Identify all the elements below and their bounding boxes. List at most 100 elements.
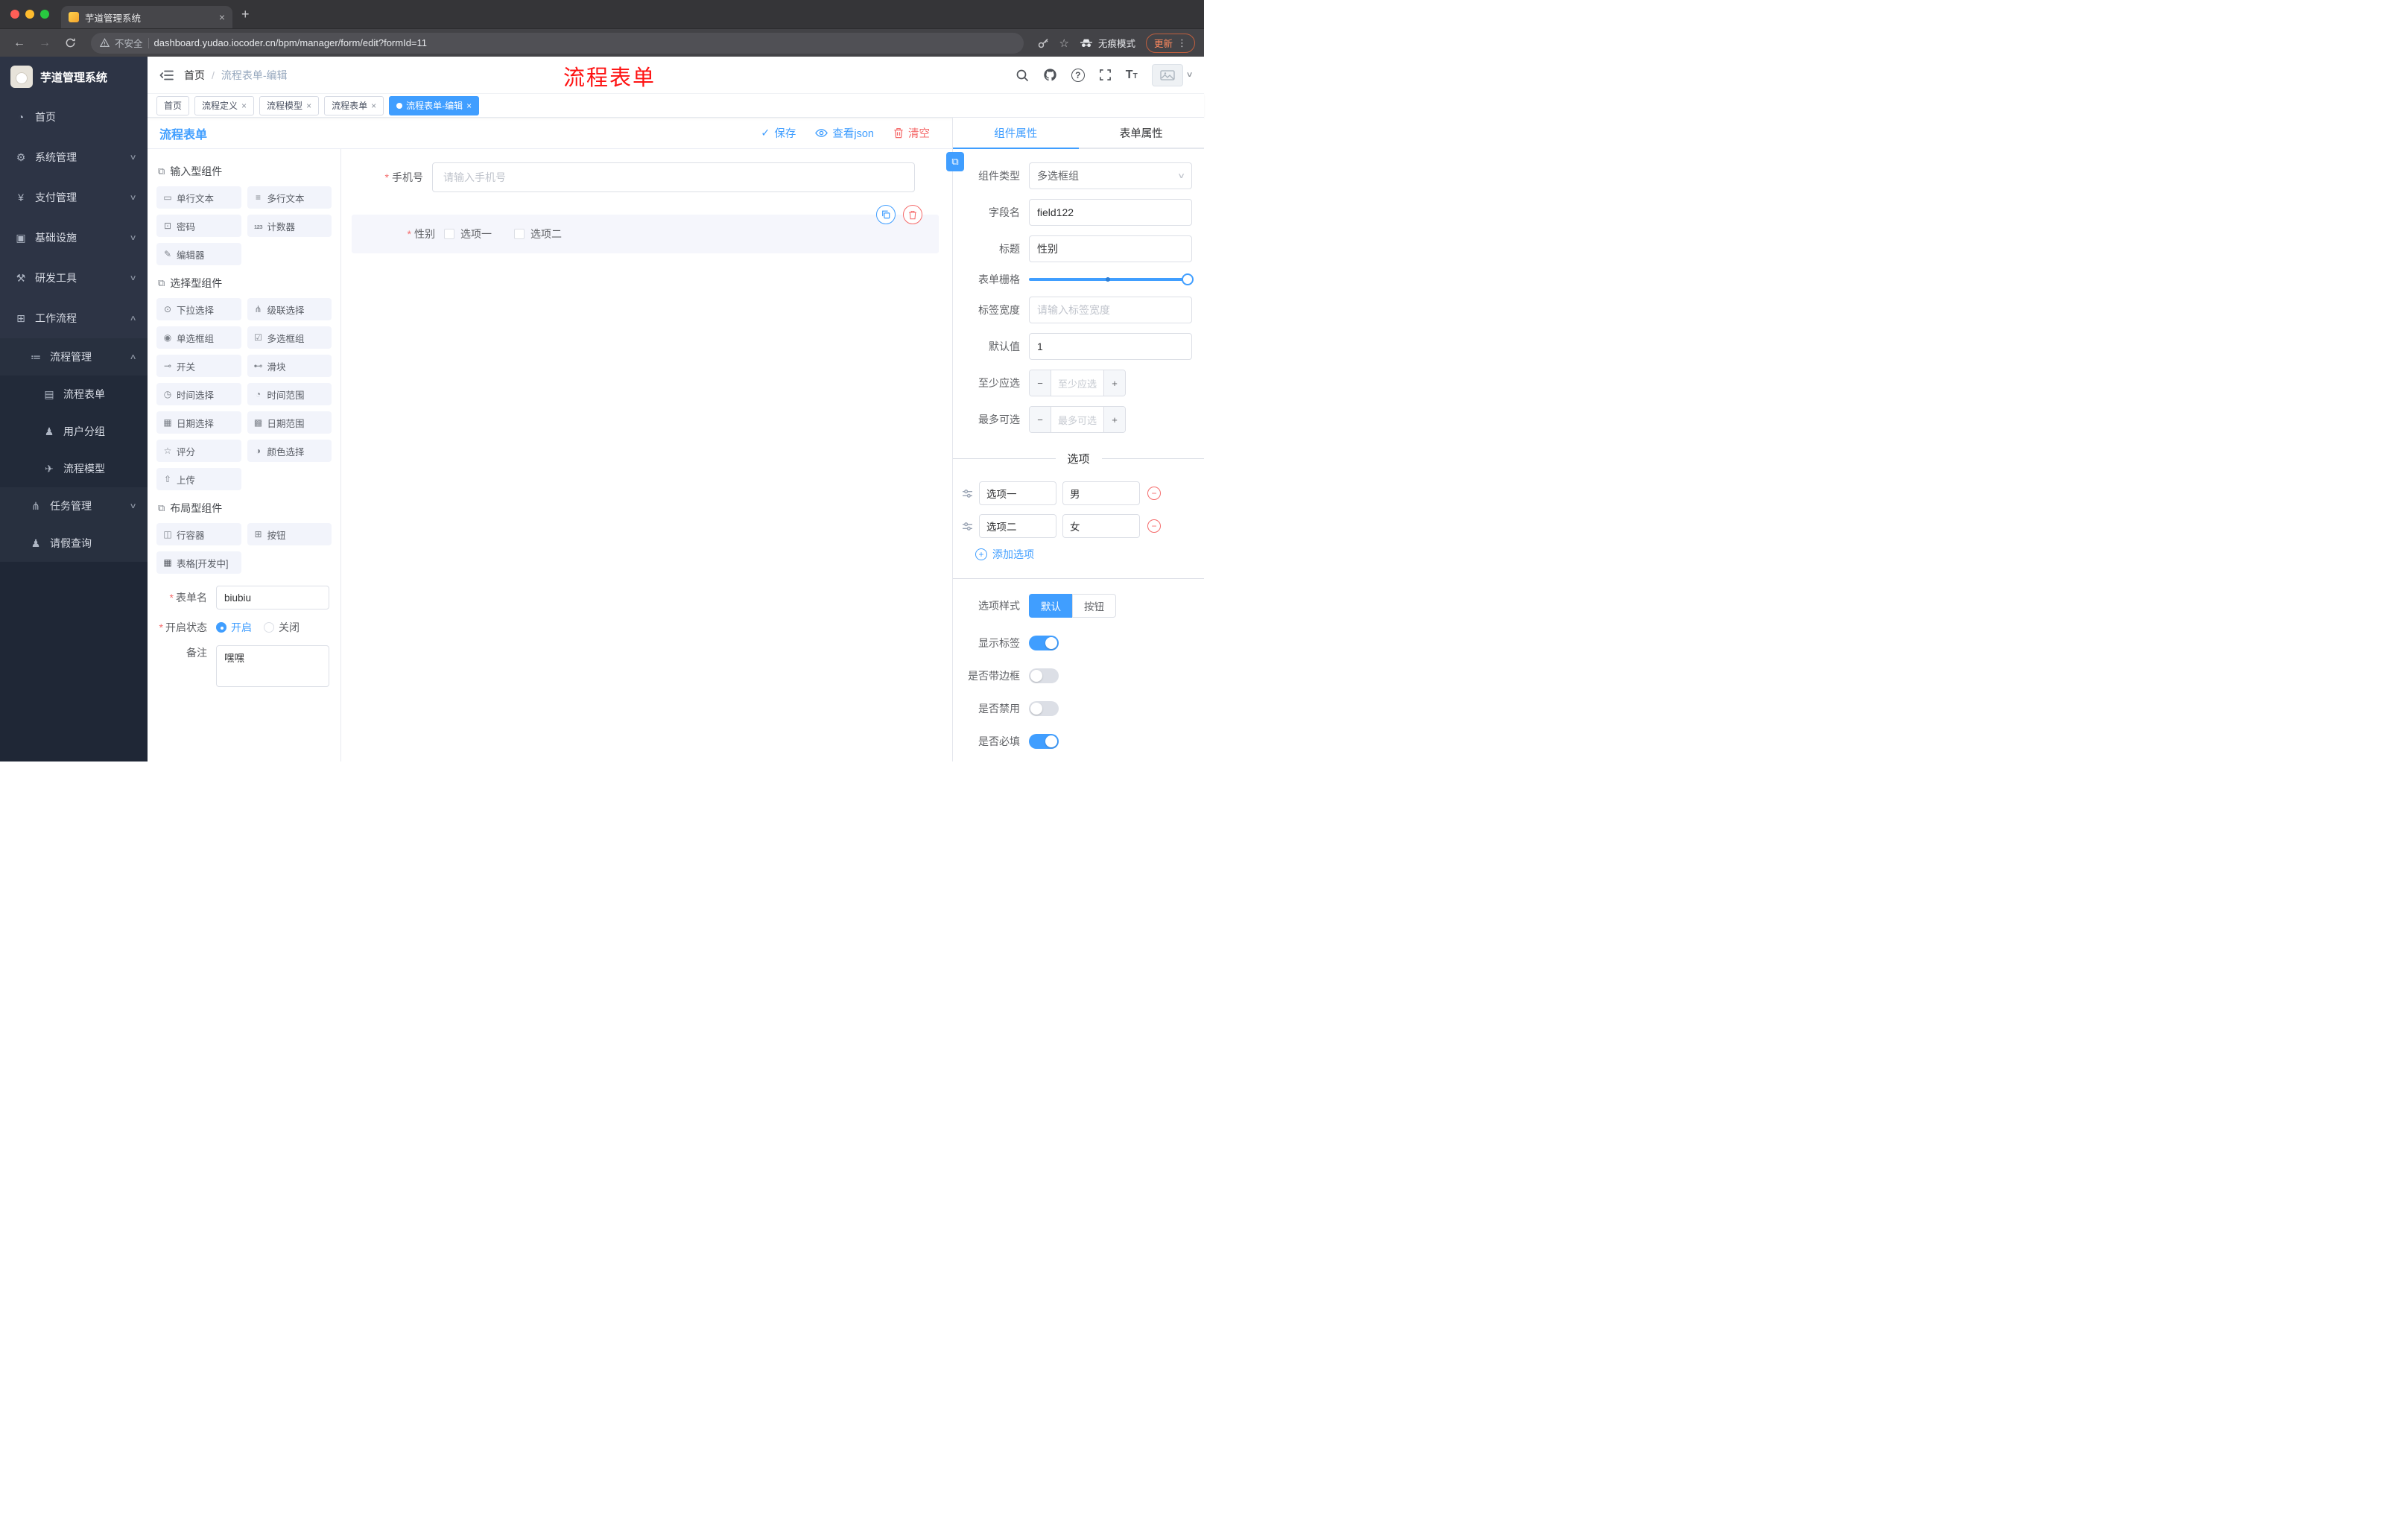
decrement-button[interactable] bbox=[1030, 407, 1051, 432]
password-key-icon[interactable] bbox=[1037, 37, 1049, 49]
style-button-button[interactable]: 按钮 bbox=[1072, 594, 1116, 618]
reload-button[interactable] bbox=[60, 33, 80, 54]
component-chip-date-picker[interactable]: 日期选择 bbox=[156, 411, 241, 434]
component-chip-color-picker[interactable]: 颜色选择 bbox=[247, 440, 332, 462]
form-grid-slider[interactable] bbox=[1029, 273, 1194, 285]
browser-update-button[interactable]: 更新 bbox=[1145, 33, 1195, 53]
clear-button[interactable]: 清空 bbox=[893, 125, 930, 141]
tag-process-form-edit[interactable]: 流程表单-编辑 bbox=[389, 95, 480, 115]
component-chip-row-container[interactable]: 行容器 bbox=[156, 523, 241, 545]
address-bar[interactable]: 不安全 dashboard.yudao.iocoder.cn/bpm/manag… bbox=[91, 32, 1024, 54]
style-default-button[interactable]: 默认 bbox=[1029, 594, 1072, 618]
app-logo[interactable]: 芋道管理系统 bbox=[0, 57, 148, 97]
tag-home[interactable]: 首页 bbox=[156, 95, 190, 115]
sidebar-item-process-form[interactable]: 流程表单 bbox=[0, 376, 148, 413]
component-chip-date-range[interactable]: 日期范围 bbox=[247, 411, 332, 434]
status-off-radio[interactable]: 关闭 bbox=[264, 620, 300, 635]
sidebar-item-process-mgmt[interactable]: 流程管理 bbox=[0, 338, 148, 376]
browser-menu-icon[interactable] bbox=[1177, 37, 1187, 49]
gender-option-1-checkbox[interactable]: 选项一 bbox=[444, 227, 492, 241]
tag-process-model[interactable]: 流程模型 bbox=[259, 95, 320, 115]
zoom-window-button[interactable] bbox=[40, 10, 49, 19]
new-tab-button[interactable] bbox=[241, 7, 250, 22]
component-chip-counter[interactable]: 计数器 bbox=[247, 215, 332, 237]
drag-handle-icon[interactable] bbox=[962, 489, 973, 498]
label-width-input[interactable] bbox=[1029, 297, 1192, 323]
border-toggle[interactable] bbox=[1029, 668, 1059, 683]
component-chip-multi-text[interactable]: 多行文本 bbox=[247, 186, 332, 209]
tag-process-definition[interactable]: 流程定义 bbox=[194, 95, 255, 115]
sidebar-item-home[interactable]: 首页 bbox=[0, 97, 148, 137]
save-button[interactable]: 保存 bbox=[761, 125, 796, 141]
decrement-button[interactable] bbox=[1030, 370, 1051, 396]
forward-button[interactable] bbox=[34, 33, 55, 54]
sidebar-item-leave-query[interactable]: 请假查询 bbox=[0, 525, 148, 562]
sidebar-item-process-model[interactable]: 流程模型 bbox=[0, 450, 148, 487]
remove-option-button[interactable] bbox=[1147, 487, 1161, 500]
component-chip-switch[interactable]: 开关 bbox=[156, 355, 241, 377]
user-avatar[interactable] bbox=[1151, 63, 1192, 86]
drag-handle-icon[interactable] bbox=[962, 522, 973, 531]
component-chip-select[interactable]: 下拉选择 bbox=[156, 298, 241, 320]
component-chip-rate[interactable]: 评分 bbox=[156, 440, 241, 462]
widget-phone[interactable]: 手机号 bbox=[352, 162, 939, 192]
tag-close-icon[interactable] bbox=[466, 101, 472, 111]
link-chip[interactable] bbox=[946, 152, 964, 171]
tag-process-form[interactable]: 流程表单 bbox=[324, 95, 384, 115]
increment-button[interactable] bbox=[1103, 407, 1125, 432]
increment-button[interactable] bbox=[1103, 370, 1125, 396]
tab-close-icon[interactable] bbox=[219, 11, 225, 23]
tag-close-icon[interactable] bbox=[241, 101, 247, 111]
component-chip-upload[interactable]: 上传 bbox=[156, 468, 241, 490]
component-chip-time-picker[interactable]: 时间选择 bbox=[156, 383, 241, 405]
back-button[interactable] bbox=[9, 33, 30, 54]
github-icon[interactable] bbox=[1043, 68, 1057, 82]
minimize-window-button[interactable] bbox=[25, 10, 34, 19]
component-chip-password[interactable]: 密码 bbox=[156, 215, 241, 237]
add-option-button[interactable]: 添加选项 bbox=[975, 547, 1204, 562]
selected-widget-gender[interactable]: 性别 选项一 选项二 bbox=[352, 205, 939, 253]
form-canvas[interactable]: 手机号 性别 选项一 选项二 bbox=[341, 149, 952, 762]
sidebar-item-infrastructure[interactable]: 基础设施 bbox=[0, 218, 148, 258]
component-chip-cascader[interactable]: 级联选择 bbox=[247, 298, 332, 320]
component-chip-radio-group[interactable]: 单选框组 bbox=[156, 326, 241, 349]
phone-input[interactable] bbox=[432, 162, 915, 192]
status-on-radio[interactable]: 开启 bbox=[216, 620, 252, 635]
gender-option-2-checkbox[interactable]: 选项二 bbox=[514, 227, 562, 241]
component-chip-checkbox-group[interactable]: 多选框组 bbox=[247, 326, 332, 349]
min-select-value[interactable]: 至少应选 bbox=[1051, 370, 1103, 396]
tag-close-icon[interactable] bbox=[306, 101, 311, 111]
option-value-input[interactable] bbox=[1062, 481, 1140, 505]
component-type-select[interactable]: 多选框组 bbox=[1029, 162, 1192, 189]
close-window-button[interactable] bbox=[10, 10, 19, 19]
search-icon[interactable] bbox=[1016, 69, 1029, 82]
option-value-input[interactable] bbox=[1062, 514, 1140, 538]
sidebar-item-user-group[interactable]: 用户分组 bbox=[0, 413, 148, 450]
breadcrumb-home[interactable]: 首页 bbox=[184, 68, 205, 83]
sidebar-item-payment-mgmt[interactable]: 支付管理 bbox=[0, 177, 148, 218]
help-icon[interactable] bbox=[1071, 68, 1085, 82]
option-label-input[interactable] bbox=[979, 481, 1056, 505]
component-chip-button[interactable]: 按钮 bbox=[247, 523, 332, 545]
delete-widget-button[interactable] bbox=[903, 205, 922, 224]
component-chip-table[interactable]: 表格[开发中] bbox=[156, 551, 241, 574]
field-name-input[interactable] bbox=[1029, 199, 1192, 226]
title-input[interactable] bbox=[1029, 235, 1192, 262]
disabled-toggle[interactable] bbox=[1029, 701, 1059, 716]
bookmark-star-icon[interactable] bbox=[1059, 37, 1069, 50]
component-chip-time-range[interactable]: 时间范围 bbox=[247, 383, 332, 405]
component-chip-editor[interactable]: 编辑器 bbox=[156, 243, 241, 265]
font-size-icon[interactable]: TT bbox=[1126, 69, 1138, 81]
required-toggle[interactable] bbox=[1029, 734, 1059, 749]
hamburger-icon[interactable] bbox=[159, 69, 174, 81]
sidebar-item-dev-tools[interactable]: 研发工具 bbox=[0, 258, 148, 298]
fullscreen-icon[interactable] bbox=[1099, 69, 1112, 81]
tab-form-props[interactable]: 表单属性 bbox=[1079, 118, 1205, 148]
sidebar-item-workflow[interactable]: 工作流程 bbox=[0, 298, 148, 338]
tab-component-props[interactable]: 组件属性 bbox=[953, 118, 1079, 149]
max-select-value[interactable]: 最多可选 bbox=[1051, 407, 1103, 432]
browser-tab[interactable]: 芋道管理系统 bbox=[61, 6, 232, 28]
component-chip-single-text[interactable]: 单行文本 bbox=[156, 186, 241, 209]
view-json-button[interactable]: 查看json bbox=[815, 125, 874, 141]
sidebar-item-system-mgmt[interactable]: 系统管理 bbox=[0, 137, 148, 177]
